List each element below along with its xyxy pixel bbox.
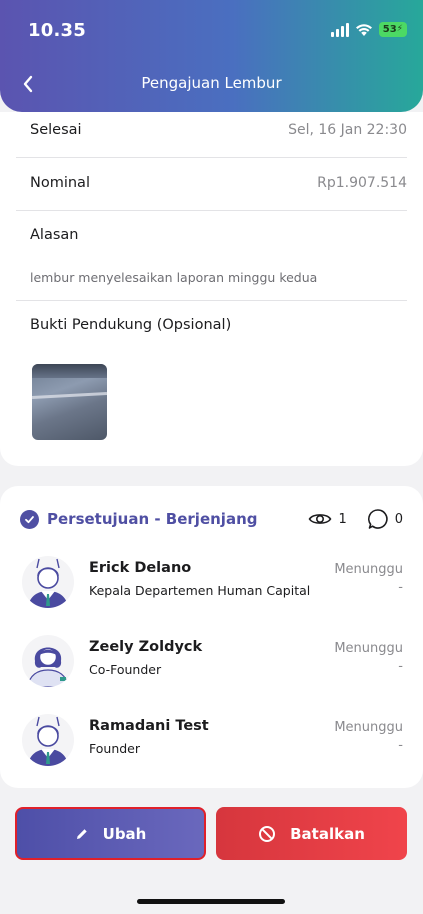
nominal-label: Nominal [30,175,90,191]
approver-role: Co-Founder [89,662,162,677]
end-time-label: Selesai [30,122,82,138]
pencil-icon [76,828,87,839]
comment-icon[interactable] [367,508,389,530]
ban-icon [259,825,276,842]
approver-name: Ramadani Test [89,718,209,734]
avatar [22,714,74,766]
approval-title: Persetujuan - Berjenjang [47,510,258,528]
battery-level: 53 [382,24,397,35]
comments-count: 0 [394,511,403,527]
approver-date: - [398,738,403,753]
approver-status: Menunggu [334,562,403,577]
approver-item[interactable]: Ramadani Test Founder Menunggu - [22,714,403,770]
battery-icon: 53 ⚡ [378,22,407,37]
evidence-label: Bukti Pendukung (Opsional) [30,317,232,333]
cancel-button[interactable]: Batalkan [216,807,407,860]
end-time-value: Sel, 16 Jan 22:30 [288,122,407,138]
cancel-button-label: Batalkan [290,824,365,843]
end-time-row: Selesai Sel, 16 Jan 22:30 [30,122,407,138]
views-count: 1 [338,511,347,527]
approver-role: Founder [89,741,141,756]
status-icons: 53 ⚡ [330,22,407,37]
approver-status: Menunggu [334,641,403,656]
status-time: 10.35 [28,20,86,41]
reason-row: Alasan [30,227,407,243]
nominal-value: Rp1.907.514 [317,175,407,191]
approver-date: - [398,580,403,595]
reason-text: lembur menyelesaikan laporan minggu kedu… [30,270,318,285]
divider [16,157,407,158]
page-title: Pengajuan Lembur [141,74,282,92]
avatar [22,556,74,608]
approver-item[interactable]: Zeely Zoldyck Co-Founder Menunggu - [22,635,403,691]
evidence-row: Bukti Pendukung (Opsional) [30,317,407,333]
home-indicator[interactable] [137,899,285,904]
check-circle-icon [20,509,39,529]
evidence-thumbnail[interactable] [32,364,107,440]
avatar [22,635,74,687]
approver-role: Kepala Departemen Human Capital [89,583,311,598]
divider [16,300,407,301]
approver-name: Zeely Zoldyck [89,639,203,655]
divider [16,210,407,211]
wifi-icon [355,23,372,36]
approver-date: - [398,659,403,674]
details-card: Selesai Sel, 16 Jan 22:30 Nominal Rp1.90… [0,112,423,466]
approver-name: Erick Delano [89,560,192,576]
approval-header: Persetujuan - Berjenjang 1 0 [20,508,403,530]
eye-icon[interactable] [308,511,332,527]
approval-stats: 1 0 [308,508,403,530]
edit-button-label: Ubah [102,824,147,843]
approver-status: Menunggu [334,720,403,735]
approval-card: Persetujuan - Berjenjang 1 0 Erick Delan… [0,486,423,788]
app-header: 10.35 53 ⚡ Pengajuan Lembur [0,0,423,112]
approver-item[interactable]: Erick Delano Kepala Departemen Human Cap… [22,556,403,612]
reason-label: Alasan [30,227,79,243]
nominal-row: Nominal Rp1.907.514 [30,175,407,191]
edit-button[interactable]: Ubah [15,807,206,860]
signal-icon [330,22,349,37]
